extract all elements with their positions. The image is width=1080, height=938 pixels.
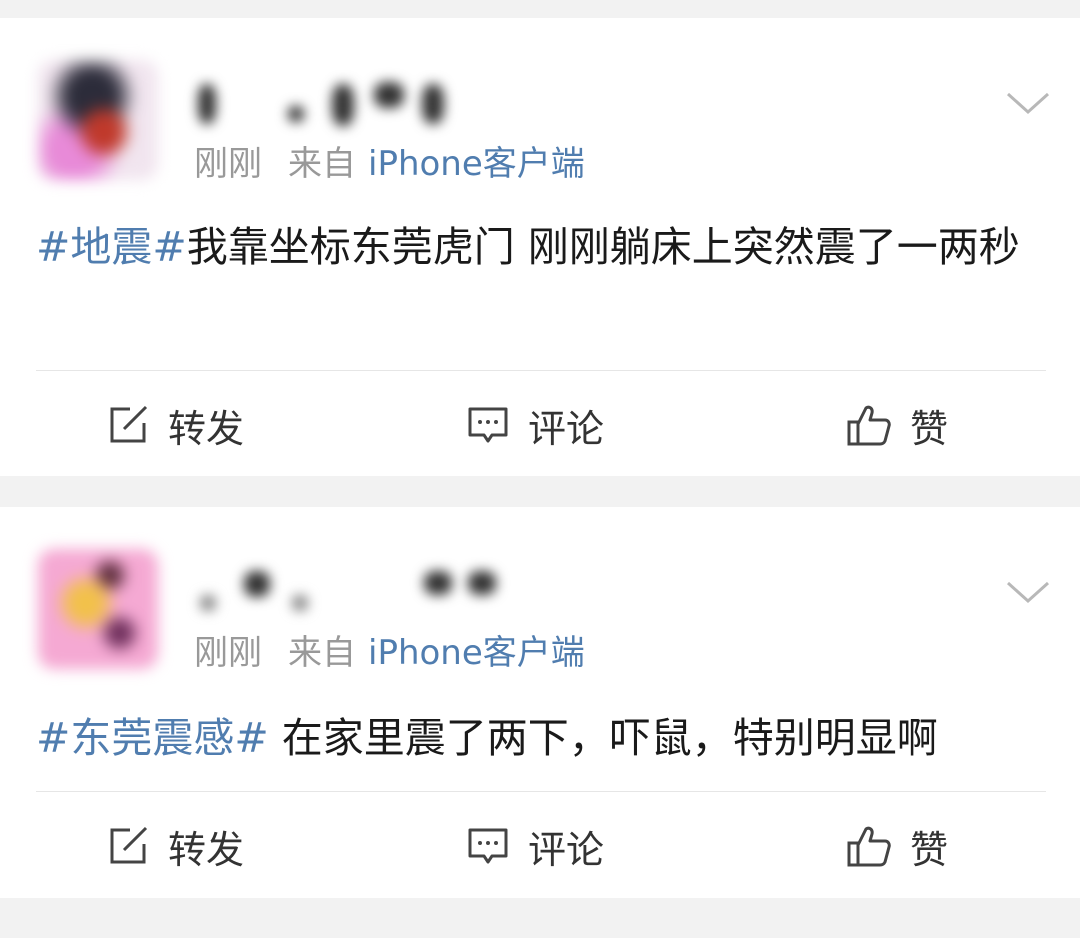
source-prefix: 来自 bbox=[288, 144, 356, 184]
comment-button[interactable]: 评论 bbox=[466, 400, 605, 451]
source-client-link[interactable]: iPhone客户端 bbox=[368, 633, 585, 673]
post-time: 刚刚 bbox=[194, 633, 262, 673]
thumbs-up-icon bbox=[847, 405, 891, 446]
avatar[interactable] bbox=[38, 60, 158, 180]
like-button[interactable]: 赞 bbox=[846, 821, 949, 872]
thumbs-up-icon bbox=[847, 826, 891, 867]
chevron-down-icon[interactable] bbox=[1006, 88, 1050, 118]
source-prefix: 来自 bbox=[288, 633, 356, 673]
repost-label: 转发 bbox=[168, 406, 245, 451]
comment-label: 评论 bbox=[528, 827, 605, 872]
like-label: 赞 bbox=[910, 406, 949, 451]
avatar[interactable] bbox=[38, 549, 158, 669]
post-content: #地震#我靠坐标东莞虎门 刚刚躺床上突然震了一两秒 bbox=[36, 214, 1046, 281]
repost-button[interactable]: 转发 bbox=[106, 400, 245, 451]
like-button[interactable]: 赞 bbox=[846, 400, 949, 451]
post-meta: 刚刚 来自 iPhone客户端 bbox=[194, 633, 585, 673]
edit-square-icon bbox=[110, 826, 148, 864]
post-time: 刚刚 bbox=[194, 144, 262, 184]
topic-link[interactable]: #东莞震感# bbox=[36, 714, 269, 762]
divider bbox=[36, 791, 1046, 792]
post-meta: 刚刚 来自 iPhone客户端 bbox=[194, 144, 585, 184]
edit-square-icon bbox=[110, 405, 148, 443]
repost-button[interactable]: 转发 bbox=[106, 821, 245, 872]
username-blurred[interactable] bbox=[192, 565, 496, 625]
topic-link[interactable]: #地震# bbox=[36, 223, 187, 271]
source-client-link[interactable]: iPhone客户端 bbox=[368, 144, 585, 184]
comment-bubble-icon bbox=[468, 828, 508, 864]
divider bbox=[36, 370, 1046, 371]
post-card[interactable]: 刚刚 来自 iPhone客户端 #地震#我靠坐标东莞虎门 刚刚躺床上突然震了一两秒 … bbox=[0, 18, 1080, 476]
post-text: 我靠坐标东莞虎门 刚刚躺床上突然震了一两秒 bbox=[186, 223, 1020, 271]
comment-label: 评论 bbox=[528, 406, 605, 451]
repost-label: 转发 bbox=[168, 827, 245, 872]
comment-bubble-icon bbox=[468, 407, 508, 443]
username-blurred[interactable] bbox=[192, 76, 492, 136]
like-label: 赞 bbox=[910, 827, 949, 872]
post-content: #东莞震感# 在家里震了两下，吓鼠，特别明显啊 bbox=[36, 705, 1046, 772]
post-card[interactable]: 刚刚 来自 iPhone客户端 #东莞震感# 在家里震了两下，吓鼠，特别明显啊 转发… bbox=[0, 507, 1080, 898]
chevron-down-icon[interactable] bbox=[1006, 577, 1050, 607]
post-text: 在家里震了两下，吓鼠，特别明显啊 bbox=[268, 714, 938, 762]
comment-button[interactable]: 评论 bbox=[466, 821, 605, 872]
